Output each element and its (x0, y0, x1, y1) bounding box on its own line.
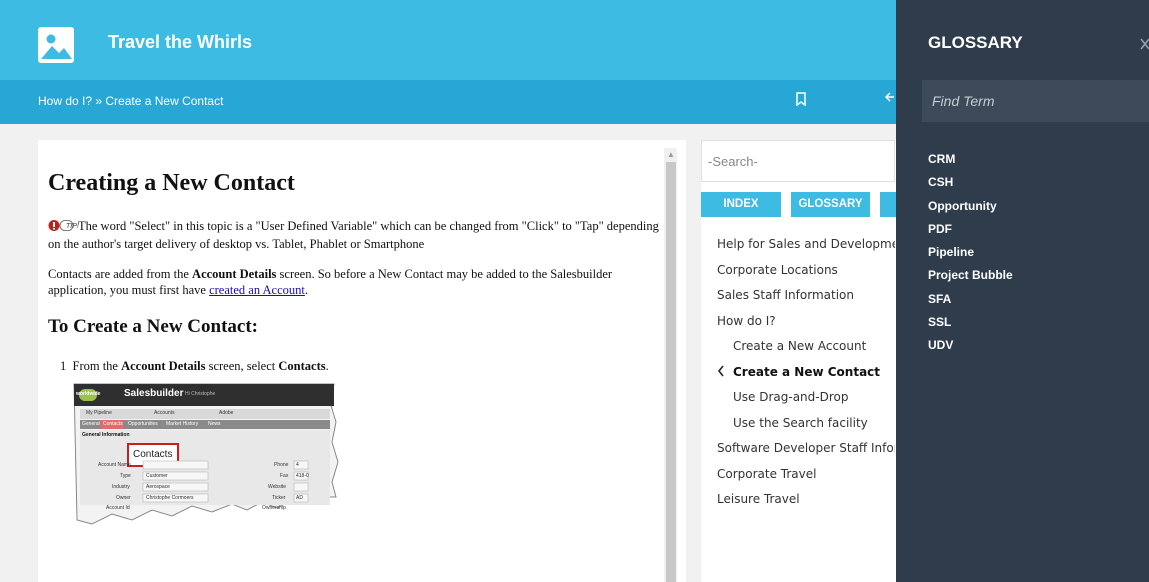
intro-paragraph: Contacts are added from the Account Deta… (48, 266, 668, 298)
toc-item[interactable]: Software Developer Staff Information (717, 440, 895, 466)
screenshot-subtab-contacts: Contacts (103, 421, 123, 427)
step-1: 1 From the Account Details screen, selec… (60, 359, 329, 374)
close-icon[interactable] (1140, 35, 1149, 55)
bookmark-icon[interactable] (795, 92, 807, 111)
glossary-term[interactable]: CRM (928, 151, 1013, 174)
step-number: 1 (60, 359, 67, 373)
screenshot-user: Hi Christophe (185, 391, 216, 397)
topic-content: Creating a New Contact TIP! The word "Sel… (38, 140, 686, 582)
screenshot-field-fax: Fax (280, 473, 289, 479)
glossary-term-list: CRM CSH Opportunity PDF Pipeline Project… (928, 151, 1013, 361)
screenshot-tab-adobe: Adobe (219, 410, 234, 416)
search-input[interactable]: -Search- (701, 140, 895, 182)
toc-subitem-label: Create a New Contact (733, 364, 881, 379)
glossary-term[interactable]: CSH (928, 174, 1013, 197)
screenshot-value-fax: 418-0 (296, 473, 309, 479)
tip-text: The word "Select" in this topic is a "Us… (48, 219, 659, 251)
screenshot-value-type: Customer (146, 473, 168, 479)
tab-third[interactable] (880, 192, 896, 217)
screenshot-subtab-opportunities: Opportunities (128, 421, 158, 427)
screenshot-field-type: Type (120, 473, 131, 479)
screenshot-tab-pipeline: My Pipeline (86, 410, 112, 416)
screenshot-subtab-news: News (208, 421, 221, 427)
screenshot-contacts-callout: Contacts (133, 449, 173, 460)
breadcrumb[interactable]: How do I? » Create a New Contact (38, 94, 223, 108)
screenshot-field-website: Website (268, 484, 286, 490)
screenshot-field-account-id: Account Id (106, 505, 130, 511)
para-text-1: Contacts are added from the (48, 267, 193, 281)
app-logo-icon (38, 27, 74, 63)
topic-title: Creating a New Contact (48, 170, 295, 196)
tab-glossary[interactable]: GLOSSARY (791, 192, 870, 217)
screenshot-brand: worldwide (76, 391, 101, 397)
search-placeholder: -Search- (708, 154, 758, 169)
content-scrollbar-thumb[interactable] (666, 162, 676, 582)
scroll-up-arrow-icon[interactable]: ▲ (667, 150, 675, 159)
glossary-term[interactable]: PDF (928, 221, 1013, 244)
tip-note: TIP! The word "Select" in this topic is a… (48, 218, 668, 252)
tab-index[interactable]: INDEX (701, 192, 781, 217)
screenshot-tab-accounts: Accounts (154, 410, 175, 416)
create-account-link[interactable]: created an Account (209, 283, 305, 297)
para-end: . (304, 283, 308, 297)
toc-item[interactable]: Leisure Travel (717, 491, 895, 517)
toc-item[interactable]: How do I? (717, 313, 895, 339)
step-text-2: screen, select (205, 359, 279, 373)
find-term-field[interactable] (922, 80, 1149, 122)
toc-item[interactable]: Sales Staff Information (717, 287, 895, 313)
tip-label: TIP! (66, 223, 79, 230)
toc-subitem[interactable]: Create a New Account (717, 338, 895, 364)
back-arrow-icon[interactable] (884, 90, 896, 109)
glossary-term[interactable]: SSL (928, 314, 1013, 337)
toc-item[interactable]: Corporate Locations (717, 262, 895, 288)
screenshot-section-title: General Information (82, 432, 130, 438)
step-end: . (325, 359, 329, 373)
screenshot-field-industry: Industry (112, 484, 130, 490)
toc-subitem[interactable]: Use the Search facility (717, 415, 895, 441)
toc-nav: Help for Sales and Development Corporate… (717, 236, 895, 517)
glossary-term[interactable]: UDV (928, 337, 1013, 360)
toc-item[interactable]: Help for Sales and Development (717, 236, 895, 262)
screenshot-app-name: Salesbuilder (124, 388, 184, 399)
screenshot-field-owner: Owner (116, 495, 131, 501)
glossary-term[interactable]: Pipeline (928, 244, 1013, 267)
screenshot-field-ownership: Ownership (262, 505, 286, 511)
screenshot-value-phone: 4 (296, 462, 299, 468)
glossary-term[interactable]: Project Bubble (928, 267, 1013, 290)
screenshot-field-phone: Phone (274, 462, 289, 468)
screenshot-value-industry: Aerospace (146, 484, 170, 490)
glossary-panel: GLOSSARY CRM CSH Opportunity PDF Pipelin… (896, 0, 1149, 582)
screenshot-value-ticker: AD (296, 495, 303, 501)
step-text-1: From the (72, 359, 122, 373)
section-heading: To Create a New Contact: (48, 316, 259, 337)
glossary-term[interactable]: Opportunity (928, 198, 1013, 221)
glossary-title: GLOSSARY (928, 33, 1023, 52)
screenshot-subtab-market-history: Market History (166, 421, 199, 427)
screenshot-value-owner: Christophe Cormoers (146, 495, 194, 501)
screenshot-field-account-name: Account Name (98, 462, 131, 468)
find-term-input[interactable] (922, 80, 1149, 122)
step-bold-1: Account Details (121, 359, 206, 373)
salesbuilder-screenshot: worldwide Salesbuilder Hi Christophe My … (72, 382, 362, 552)
toc-subitem[interactable]: Use Drag-and-Drop (717, 389, 895, 415)
glossary-term[interactable]: SFA (928, 291, 1013, 314)
para-bold: Account Details (192, 267, 277, 281)
screenshot-field-ticker: Ticker (272, 495, 286, 501)
toc-subitem-active[interactable]: Create a New Contact (717, 364, 895, 390)
app-title[interactable]: Travel the Whirls (108, 32, 252, 53)
chevron-left-icon (717, 364, 725, 383)
step-bold-2: Contacts (278, 359, 326, 373)
screenshot-subtab-general: General (82, 421, 100, 427)
toc-item[interactable]: Corporate Travel (717, 466, 895, 492)
